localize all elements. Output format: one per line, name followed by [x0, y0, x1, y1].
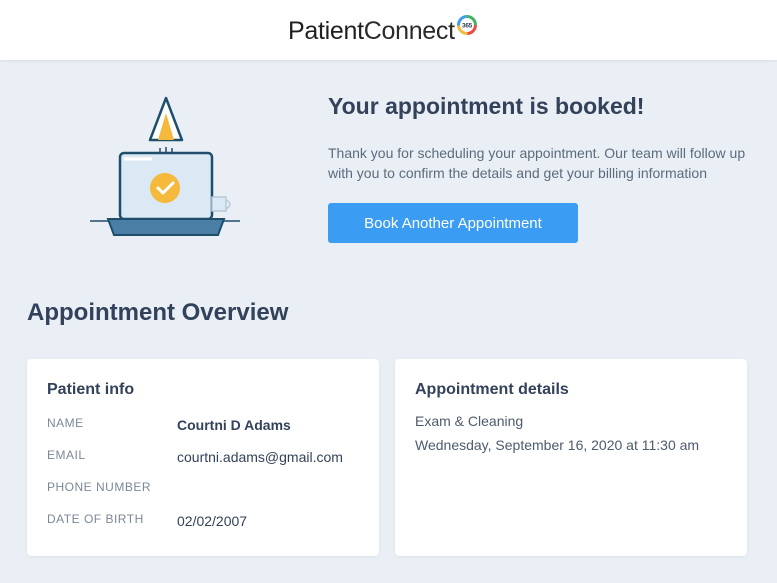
brand-name-part1: Patient: [288, 17, 364, 45]
brand-365-icon: 365: [456, 15, 477, 35]
appointment-service: Exam & Cleaning: [415, 413, 524, 429]
brand-logo[interactable]: Patient Connect 365: [288, 15, 478, 46]
name-label: NAME: [47, 416, 84, 430]
appointment-details-card: Appointment details Exam & Cleaning Wedn…: [395, 359, 747, 556]
booking-confirmation-message: Thank you for scheduling your appointmen…: [328, 145, 746, 181]
top-bar: Patient Connect 365: [0, 0, 777, 60]
brand-name-part2: Connect: [363, 17, 455, 45]
rocket-icon: [148, 96, 184, 159]
booking-confirmation-title: Your appointment is booked!: [328, 93, 645, 119]
appointment-overview-title: Appointment Overview: [27, 299, 289, 326]
book-another-appointment-button[interactable]: Book Another Appointment: [328, 203, 578, 243]
phone-number-label: PHONE NUMBER: [47, 480, 152, 494]
date-of-birth-value: 02/02/2007: [177, 513, 248, 529]
patient-info-title: Patient info: [47, 381, 135, 398]
email-label: EMAIL: [47, 448, 86, 462]
brand-badge-text: 365: [462, 23, 473, 30]
name-value: Courtni D Adams: [177, 417, 291, 433]
appointment-details-title: Appointment details: [415, 381, 569, 398]
appointment-datetime: Wednesday, September 16, 2020 at 11:30 a…: [415, 437, 700, 453]
email-value: courtni.adams@gmail.com: [177, 449, 343, 465]
check-circle-icon: [150, 173, 180, 203]
date-of-birth-label: DATE OF BIRTH: [47, 512, 144, 526]
patient-info-card: Patient info NAME Courtni D Adams EMAIL …: [27, 359, 379, 556]
laptop-rocket-illustration: [90, 96, 240, 236]
